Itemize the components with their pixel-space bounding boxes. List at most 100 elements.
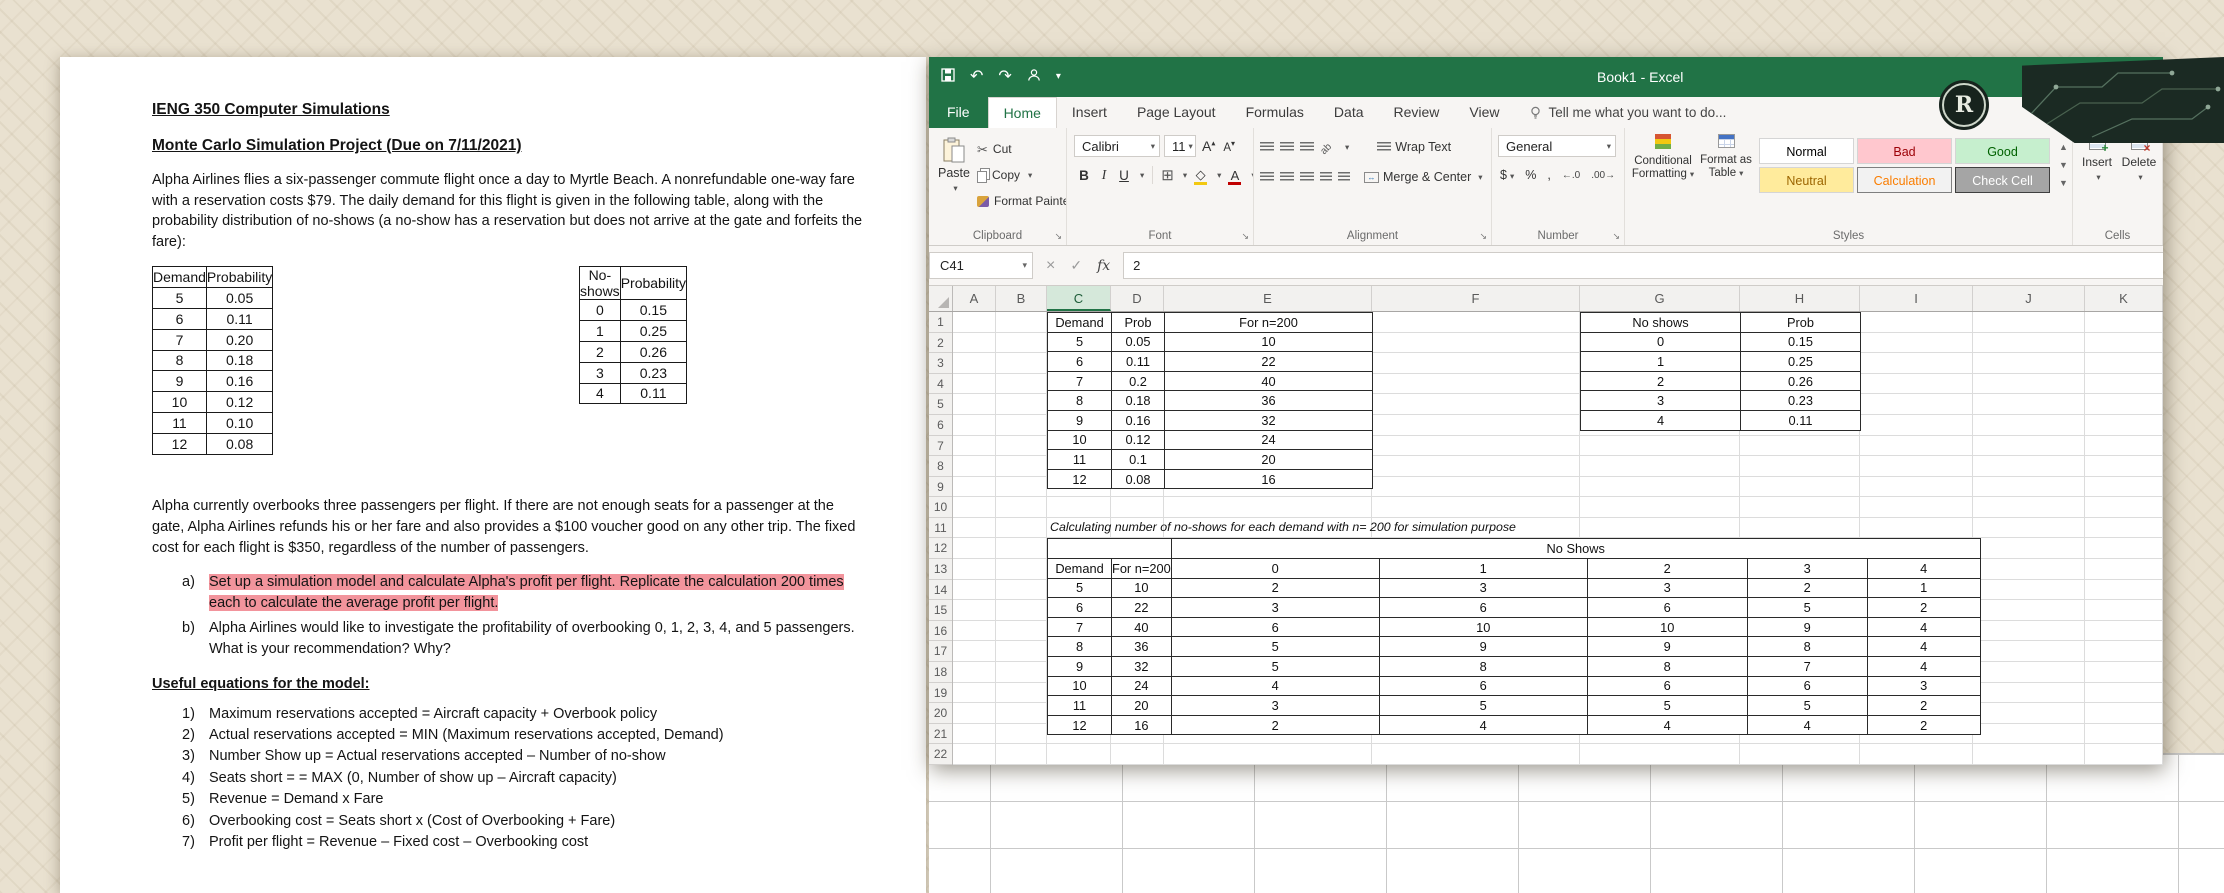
sheet-cell[interactable]: 8 (1378, 656, 1588, 677)
sheet-cell[interactable]: 10 (1047, 675, 1112, 697)
tab-view[interactable]: View (1454, 97, 1514, 128)
sheet-cell[interactable]: 8 (1047, 636, 1112, 658)
sheet-cell[interactable]: 7 (1047, 370, 1112, 392)
sheet-cell[interactable]: 0.08 (1111, 468, 1165, 490)
gallery-more-arrow[interactable]: ▼ (2057, 174, 2070, 192)
underline-dropdown-arrow[interactable]: ▾ (1140, 170, 1144, 181)
borders-dropdown-arrow[interactable]: ▾ (1183, 170, 1187, 181)
row-header-18[interactable]: 18 (929, 662, 952, 683)
row-header-1[interactable]: 1 (929, 312, 952, 333)
sheet-cell[interactable]: 0 (1170, 558, 1380, 579)
sheet-cell[interactable]: 0.25 (1740, 351, 1861, 372)
row-header-20[interactable]: 20 (929, 703, 952, 724)
font-dialog-launcher[interactable]: ↘ (1241, 232, 1249, 241)
sheet-cell[interactable]: 40 (1111, 616, 1172, 638)
sheet-cell[interactable]: 1 (1580, 351, 1741, 372)
sheet-cell[interactable]: 5 (1746, 597, 1868, 618)
sheet-cell[interactable]: 4 (1586, 714, 1748, 736)
sheet-cell[interactable]: 0.15 (1740, 331, 1861, 353)
sheet-cell[interactable]: 24 (1164, 429, 1373, 451)
sheet-cell[interactable]: 8 (1746, 636, 1868, 658)
row-header-7[interactable]: 7 (929, 436, 952, 457)
sheet-cell[interactable]: 0.2 (1111, 370, 1165, 392)
sheet-cell[interactable]: 10 (1586, 616, 1748, 638)
sheet-cell[interactable]: 0.23 (1740, 390, 1861, 411)
merge-center-button[interactable]: ↔ Merge & Center ▾ (1364, 170, 1483, 184)
row-header-19[interactable]: 19 (929, 683, 952, 704)
sheet-cell[interactable]: No Shows (1170, 538, 1981, 560)
sheet-cell[interactable]: 0.12 (1111, 429, 1165, 451)
sheet-cell[interactable]: 12 (1047, 468, 1112, 490)
column-header-j[interactable]: J (1973, 286, 2085, 311)
sheet-cell[interactable]: 2 (1746, 577, 1868, 599)
fill-color-dropdown-arrow[interactable]: ▾ (1217, 170, 1221, 181)
enter-icon[interactable]: ✓ (1070, 257, 1082, 274)
sheet-cell[interactable]: 6 (1378, 675, 1588, 697)
tab-file[interactable]: File (929, 97, 988, 128)
sheet-cell[interactable]: 2 (1586, 558, 1748, 579)
sheet-cell[interactable]: 5 (1047, 577, 1112, 599)
sheet-cell[interactable]: 5 (1170, 656, 1380, 677)
sheet-cell[interactable]: 32 (1111, 656, 1172, 677)
sheet-cell[interactable]: Prob (1740, 312, 1861, 333)
decrease-decimal-button[interactable]: .00→ (1591, 170, 1615, 181)
row-header-22[interactable]: 22 (929, 744, 952, 765)
row-header-21[interactable]: 21 (929, 724, 952, 745)
grow-font-button[interactable]: A▴ (1200, 138, 1217, 154)
column-header-c[interactable]: C (1047, 286, 1111, 311)
style-check-cell[interactable]: Check Cell (1955, 167, 2050, 193)
sheet-cell[interactable]: 0.05 (1111, 331, 1165, 353)
sheet-cell[interactable]: 16 (1111, 714, 1172, 736)
orientation-icon[interactable]: ab (1318, 137, 1337, 157)
sheet-cell[interactable]: 24 (1111, 675, 1172, 697)
sheet-cell[interactable]: 2 (1580, 370, 1741, 392)
copy-button[interactable]: Copy ▾ (977, 162, 1066, 188)
clipboard-dialog-launcher[interactable]: ↘ (1054, 232, 1062, 241)
save-icon[interactable] (941, 68, 955, 86)
column-header-d[interactable]: D (1111, 286, 1164, 311)
sheet-cell[interactable]: 11 (1047, 449, 1112, 470)
sheet-cell[interactable]: 5 (1047, 331, 1112, 353)
number-format-select[interactable]: General ▾ (1498, 135, 1616, 157)
row-header-5[interactable]: 5 (929, 394, 952, 415)
sheet-cell[interactable]: 9 (1047, 656, 1112, 677)
name-box-arrow[interactable]: ▾ (1022, 260, 1027, 271)
sheet-cell[interactable]: 11 (1047, 695, 1112, 716)
sheet-cell[interactable]: 7 (1746, 656, 1868, 677)
italic-button[interactable]: I (1097, 167, 1111, 183)
column-header-i[interactable]: I (1860, 286, 1973, 311)
sheet-cell[interactable]: 2 (1170, 714, 1380, 736)
sheet-cell[interactable]: 40 (1164, 370, 1373, 392)
wrap-text-button[interactable]: Wrap Text (1377, 140, 1451, 154)
align-middle-icon[interactable] (1280, 142, 1294, 152)
style-neutral[interactable]: Neutral (1759, 167, 1854, 193)
sheet-cell[interactable]: 32 (1164, 409, 1373, 431)
sheet-cell[interactable]: 1 (1866, 577, 1981, 599)
sheet-cell[interactable]: 4 (1866, 656, 1981, 677)
row-header-9[interactable]: 9 (929, 477, 952, 498)
bold-button[interactable]: B (1077, 168, 1091, 183)
sheet-cell[interactable]: 36 (1111, 636, 1172, 658)
sheet-cell[interactable]: 2 (1170, 577, 1380, 599)
sheet-cell[interactable]: 12 (1047, 714, 1112, 736)
formula-input[interactable]: 2 (1123, 252, 2163, 279)
sheet-cell[interactable]: 20 (1164, 449, 1373, 470)
sheet-cell[interactable]: 5 (1586, 695, 1748, 716)
sheet-cell[interactable]: 9 (1586, 636, 1748, 658)
row-header-17[interactable]: 17 (929, 641, 952, 663)
sheet-cell[interactable]: 6 (1170, 616, 1380, 638)
row-header-2[interactable]: 2 (929, 333, 952, 354)
sheet-cell[interactable]: 6 (1586, 597, 1748, 618)
row-header-10[interactable]: 10 (929, 497, 952, 518)
sheet-cell[interactable]: 3 (1378, 577, 1588, 599)
sheet-cell[interactable]: 5 (1170, 636, 1380, 658)
sheet-cell[interactable]: 16 (1164, 468, 1373, 490)
sheet-cell[interactable]: 4 (1866, 616, 1981, 638)
undo-icon[interactable]: ↶ (970, 69, 983, 85)
sheet-cell[interactable]: 4 (1378, 714, 1588, 736)
sheet-cell[interactable]: 2 (1866, 597, 1981, 618)
sheet-cell[interactable]: 2 (1866, 695, 1981, 716)
row-header-8[interactable]: 8 (929, 456, 952, 477)
sheet-cell[interactable]: 9 (1746, 616, 1868, 638)
format-as-table-button[interactable]: Format as Table ▾ (1698, 134, 1754, 180)
